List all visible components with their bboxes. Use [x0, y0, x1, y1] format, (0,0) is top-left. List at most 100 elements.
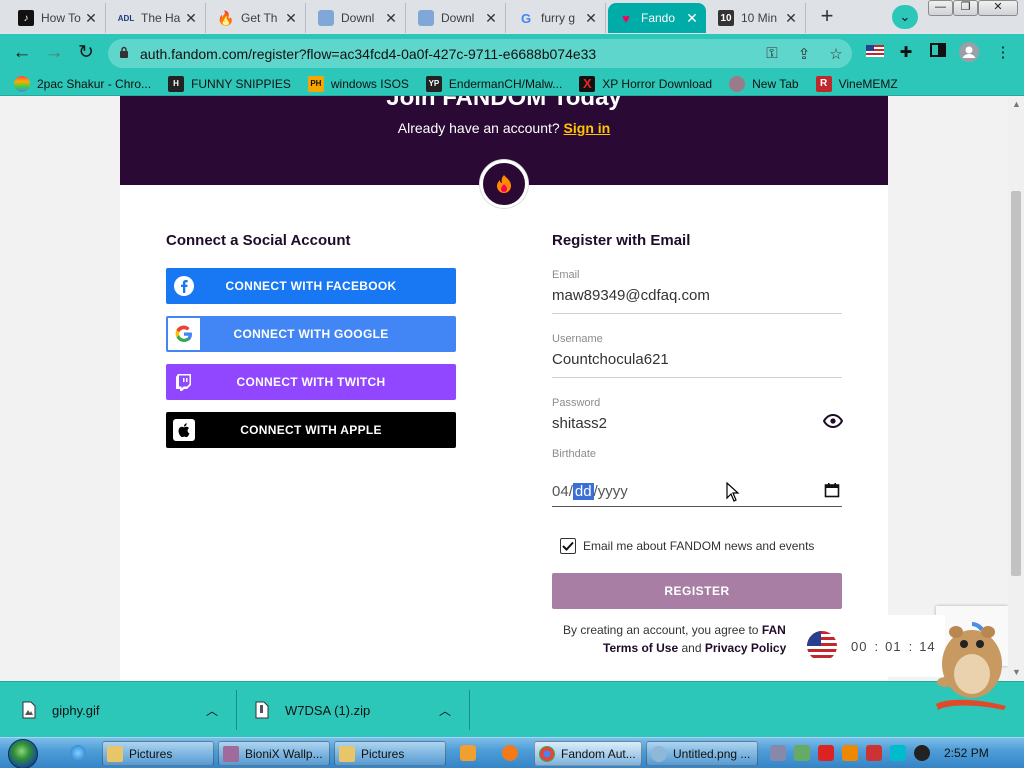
connect-google-button[interactable]: CONNECT WITH GOOGLE	[166, 316, 456, 352]
tab-fandom[interactable]: ♥ Fando ✕	[608, 3, 706, 33]
lock-icon[interactable]	[108, 46, 140, 61]
sign-in-link[interactable]: Sign in	[564, 120, 611, 136]
tab-download-2[interactable]: Downl ✕	[408, 3, 506, 33]
register-button[interactable]: REGISTER	[552, 573, 842, 609]
tray-icon-1[interactable]	[770, 745, 786, 761]
birth-month[interactable]: 04	[552, 483, 569, 500]
download-item-giphy[interactable]: giphy.gif ︿	[22, 690, 232, 730]
username-input[interactable]: Countchocula621	[552, 351, 842, 375]
tab-download-1[interactable]: Downl ✕	[308, 3, 406, 33]
connect-facebook-button[interactable]: CONNECT WITH FACEBOOK	[166, 268, 456, 304]
tray-icon-4[interactable]	[842, 745, 858, 761]
close-icon[interactable]: ✕	[83, 10, 99, 27]
share-icon[interactable]: ⇪	[788, 45, 820, 63]
checkmark-icon	[562, 541, 574, 551]
bookmark-2pac[interactable]: 2pac Shakur - Chro...	[14, 75, 151, 92]
download-item-w7dsa[interactable]: W7DSA (1).zip ︿	[255, 690, 465, 730]
tray-icon-3[interactable]	[818, 745, 834, 761]
taskbar-item-untitled[interactable]: Untitled.png ...	[646, 741, 758, 766]
close-icon[interactable]: ✕	[283, 10, 299, 27]
extensions-puzzle-icon[interactable]: ✚	[895, 42, 917, 64]
scrollbar-thumb[interactable]	[1011, 191, 1021, 576]
start-button[interactable]	[8, 739, 38, 768]
birth-day[interactable]: dd	[572, 482, 594, 500]
close-icon[interactable]: ✕	[183, 10, 199, 27]
taskbar-item-pictures-1[interactable]: Pictures	[102, 741, 214, 766]
tiktok-icon: ♪	[18, 10, 34, 26]
forward-button[interactable]: →	[40, 39, 68, 67]
key-icon[interactable]: ⚿	[756, 45, 788, 62]
tab-search-button[interactable]: ⌄	[892, 5, 918, 29]
system-clock[interactable]: 2:52 PM	[944, 746, 989, 760]
bookmark-xp-horror[interactable]: X XP Horror Download	[579, 75, 712, 92]
birthdate-input[interactable]: 04 / dd / yyyy	[552, 476, 842, 507]
tab-the-ha[interactable]: ADL The Ha ✕	[108, 3, 206, 33]
url-text[interactable]: auth.fandom.com/register?flow=ac34fcd4-0…	[140, 46, 756, 62]
download-bar: giphy.gif ︿ W7DSA (1).zip ︿	[0, 681, 1024, 737]
close-icon[interactable]: ✕	[684, 10, 700, 27]
close-icon[interactable]: ✕	[783, 10, 799, 27]
side-panel-icon[interactable]	[927, 42, 949, 64]
tab-furry[interactable]: G furry g ✕	[508, 3, 606, 33]
tray-icon-2[interactable]	[794, 745, 810, 761]
email-field[interactable]: Email maw89349@cdfaq.com	[552, 269, 842, 314]
close-icon[interactable]: ✕	[583, 10, 599, 27]
taskbar-label: Pictures	[129, 746, 173, 761]
minimize-button[interactable]: —	[928, 0, 953, 16]
terms-line-2: Terms of Use and Privacy Policy	[603, 641, 786, 655]
page-scrollbar[interactable]: ▲ ▼	[1008, 96, 1024, 681]
password-input[interactable]: shitass2	[552, 415, 842, 439]
password-field[interactable]: Password shitass2	[552, 397, 842, 437]
x-icon: X	[579, 75, 596, 92]
email-label: Email	[552, 269, 580, 281]
us-flag-extension-icon[interactable]	[864, 42, 886, 64]
google-label: CONNECT WITH GOOGLE	[233, 327, 389, 341]
timer-separator: :	[908, 638, 913, 654]
close-icon[interactable]: ✕	[483, 10, 499, 27]
email-heading: Register with Email	[552, 232, 691, 249]
username-field[interactable]: Username Countchocula621	[552, 333, 842, 378]
bookmark-endermanch[interactable]: YP EndermanCH/Malw...	[425, 75, 562, 92]
bookmark-star-icon[interactable]: ☆	[820, 45, 852, 63]
browser-menu-icon[interactable]: ⋮	[992, 42, 1014, 64]
taskbar-item-pictures-2[interactable]: Pictures	[334, 741, 446, 766]
flame-icon: 🔥	[217, 9, 235, 26]
connect-twitch-button[interactable]: CONNECT WITH TWITCH	[166, 364, 456, 400]
internet-explorer-icon[interactable]	[70, 745, 86, 761]
chevron-up-icon[interactable]: ︿	[439, 702, 451, 719]
privacy-policy-link[interactable]: Privacy Policy	[705, 641, 786, 655]
bookmark-windows-isos[interactable]: PH windows ISOS	[307, 75, 409, 92]
tab-how-to[interactable]: ♪ How To ✕	[8, 3, 106, 33]
tray-icon-7[interactable]	[914, 745, 930, 761]
tray-icon-5[interactable]	[866, 745, 882, 761]
chrome-icon	[539, 745, 555, 762]
newsletter-checkbox[interactable]	[560, 538, 576, 554]
bionix-icon	[223, 745, 239, 762]
bookmark-funny-snippies[interactable]: H FUNNY SNIPPIES	[168, 75, 291, 92]
bookmark-vinememz[interactable]: R VineMEMZ	[815, 75, 898, 92]
connect-apple-button[interactable]: CONNECT WITH APPLE	[166, 412, 456, 448]
chevron-up-icon[interactable]: ︿	[206, 702, 218, 719]
tab-10-minute[interactable]: 10 10 Min ✕	[708, 3, 806, 33]
paint-icon[interactable]	[502, 745, 518, 761]
back-button[interactable]: ←	[8, 39, 36, 67]
close-icon[interactable]: ✕	[383, 10, 399, 27]
calendar-icon[interactable]	[824, 482, 840, 502]
media-player-icon[interactable]	[460, 745, 476, 761]
reload-button[interactable]: ↻	[72, 39, 100, 67]
taskbar-item-fandom[interactable]: Fandom Aut...	[534, 741, 642, 766]
new-tab-button[interactable]: +	[813, 5, 841, 29]
show-password-eye-icon[interactable]	[822, 413, 844, 431]
tab-get-th[interactable]: 🔥 Get Th ✕	[208, 3, 306, 33]
address-bar[interactable]: auth.fandom.com/register?flow=ac34fcd4-0…	[108, 39, 852, 68]
maximize-button[interactable]: ❐	[953, 0, 978, 16]
bookmark-new-tab[interactable]: New Tab	[729, 75, 799, 92]
scroll-up-arrow-icon[interactable]: ▲	[1012, 99, 1021, 109]
email-input[interactable]: maw89349@cdfaq.com	[552, 287, 842, 311]
tray-icon-6[interactable]	[890, 745, 906, 761]
close-window-button[interactable]: ✕	[978, 0, 1018, 16]
birth-year[interactable]: yyyy	[598, 483, 628, 500]
terms-of-use-link[interactable]: Terms of Use	[603, 641, 678, 655]
profile-avatar-icon[interactable]	[958, 42, 980, 64]
taskbar-item-bionix[interactable]: BioniX Wallp...	[218, 741, 330, 766]
